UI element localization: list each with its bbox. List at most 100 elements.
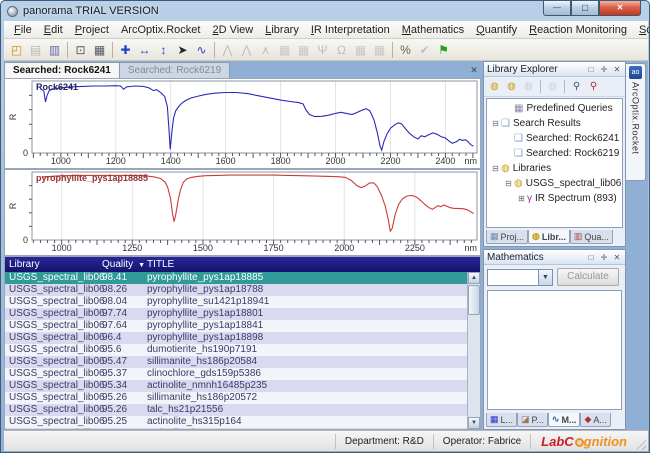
panel-tab-a[interactable]: ◆A... [580, 413, 610, 427]
save-all-icon[interactable]: ▥ [45, 41, 64, 59]
table-row[interactable]: USGS_spectral_lib0697.74pyrophyllite_pys… [5, 308, 467, 320]
tree-expander-icon[interactable]: ⊟ [491, 164, 500, 173]
close-button[interactable]: ✕ [599, 1, 641, 16]
column-header-library[interactable]: Library [9, 257, 102, 273]
close-panel-icon[interactable]: ✕ [612, 65, 622, 74]
maximize-button[interactable]: ▢ [571, 1, 599, 16]
status-department: Department: R&D [336, 436, 433, 447]
math-function-select[interactable]: ▼ [487, 269, 553, 286]
menu-arcoptix-rocket[interactable]: ArcOptix.Rocket [115, 23, 206, 37]
print-preview-icon[interactable]: ⊡ [71, 41, 90, 59]
menu-mathematics[interactable]: Mathematics [396, 23, 470, 37]
tree-expander-icon[interactable]: ⊞ [517, 194, 526, 203]
tab-searched-rock6241[interactable]: Searched: Rock6241 [4, 62, 120, 78]
pin-panel-icon[interactable]: ✛ [599, 65, 609, 74]
resize-grip[interactable] [633, 437, 646, 450]
table-row[interactable]: USGS_spectral_lib0695.26talc_hs21p21556 [5, 404, 467, 416]
pin-panel-icon[interactable]: ✛ [599, 253, 609, 262]
expand-horizontal-icon[interactable]: ↔ [135, 41, 154, 59]
menu-file[interactable]: File [8, 23, 38, 37]
table-row[interactable]: USGS_spectral_lib0695.37clinochlore_gds1… [5, 368, 467, 380]
tab-close-icon[interactable]: ✕ [467, 63, 481, 78]
expand-vertical-icon[interactable]: ↕ [154, 41, 173, 59]
select-cursor-icon[interactable]: ➤ [173, 41, 192, 59]
library-explorer-header[interactable]: Library Explorer □✛✕ [484, 62, 625, 77]
library-icon[interactable]: ◍ [487, 79, 502, 94]
scroll-down-icon[interactable]: ▼ [468, 417, 480, 429]
spectrum-chart-rock6241[interactable]: 10001200140016001800200022002400nm0RRock… [4, 78, 481, 169]
tree-expander-icon[interactable]: ⊟ [491, 119, 500, 128]
maximize-panel-icon[interactable]: □ [586, 65, 596, 74]
maximize-panel-icon[interactable]: □ [586, 253, 596, 262]
panel-tab-libr[interactable]: ◍Libr... [528, 230, 570, 244]
svg-text:1750: 1750 [264, 243, 284, 253]
combo-dropdown-icon[interactable]: ▼ [538, 270, 552, 285]
menu-quantify[interactable]: Quantify [470, 23, 523, 37]
reprocess-icon[interactable]: ∿ [192, 41, 211, 59]
print-icon[interactable]: ▦ [90, 41, 109, 59]
scrollbar-thumb[interactable] [468, 285, 480, 315]
tree-item-searched-rock6219[interactable]: ❏Searched: Rock6219 [487, 146, 622, 161]
close-panel-icon[interactable]: ✕ [612, 253, 622, 262]
status-bar: Department: R&D Operator: Fabrice LabC g… [4, 430, 648, 451]
search-library-icon[interactable]: ⚲ [569, 79, 584, 94]
svg-text:0: 0 [23, 235, 28, 245]
settings-icon[interactable]: % [396, 41, 415, 59]
panel-tab-proj[interactable]: ▦Proj... [486, 230, 528, 244]
menu-edit[interactable]: Edit [38, 23, 69, 37]
tree-node-icon: ❏ [501, 118, 510, 129]
tab-searched-rock6219[interactable]: Searched: Rock6219 [120, 62, 230, 78]
table-row[interactable]: USGS_spectral_lib0695.34actinolite_nmnh1… [5, 380, 467, 392]
calculate-button[interactable]: Calculate [557, 268, 619, 286]
tab-arcoptix-rocket[interactable]: ao ArcOptix.Rocket [626, 63, 646, 181]
menu-project[interactable]: Project [69, 23, 115, 37]
scroll-up-icon[interactable]: ▲ [468, 272, 480, 284]
table-row[interactable]: USGS_spectral_lib0696.4pyrophyllite_pys1… [5, 332, 467, 344]
menu-scripting[interactable]: Scripting [633, 23, 650, 37]
table-row[interactable]: USGS_spectral_lib0698.26pyrophyllite_pys… [5, 284, 467, 296]
open-file-icon[interactable]: ◰ [7, 41, 26, 59]
tree-item-predefined-queries[interactable]: ▦Predefined Queries [487, 101, 622, 116]
panel-tab-qua[interactable]: ▥Qua... [570, 230, 613, 244]
svg-text:2250: 2250 [405, 243, 425, 253]
tree-item-libraries[interactable]: ⊟◍Libraries [487, 161, 622, 176]
svg-text:1400: 1400 [161, 156, 181, 166]
panel-tab-p[interactable]: ◪P... [517, 413, 548, 427]
panel-tab-l[interactable]: ▦L... [486, 413, 517, 427]
panel-1-icon: ▦ [275, 41, 294, 59]
table-row[interactable]: USGS_spectral_lib0695.26sillimanite_hs18… [5, 392, 467, 404]
menu-2d-view[interactable]: 2D View [206, 23, 259, 37]
table-row[interactable]: USGS_spectral_lib0697.64pyrophyllite_pys… [5, 320, 467, 332]
flag-icon[interactable]: ⚑ [434, 41, 453, 59]
table-row[interactable]: USGS_spectral_lib0695.21actinolite_hs... [5, 428, 467, 429]
search-results-table: Library Quality▼ TITLE USGS_spectral_lib… [4, 256, 481, 430]
spectrum-chart-pyrophyllite[interactable]: 100012501500175020002250nm0Rpyrophyllite… [4, 169, 481, 256]
menu-reaction-monitoring[interactable]: Reaction Monitoring [523, 23, 633, 37]
table-row[interactable]: USGS_spectral_lib0695.25actinolite_hs315… [5, 416, 467, 428]
table-header: Library Quality▼ TITLE [5, 257, 480, 272]
table-row[interactable]: USGS_spectral_lib0698.41pyrophyllite_pys… [5, 272, 467, 284]
tree-item-usgs-spectral-lib06[interactable]: ⊟◍USGS_spectral_lib06 [487, 176, 622, 191]
panel-tab-icon: ▦ [490, 231, 499, 242]
mathematics-header[interactable]: Mathematics □✛✕ [484, 250, 625, 265]
tree-item-searched-rock6241[interactable]: ❏Searched: Rock6241 [487, 131, 622, 146]
tree-expander-icon[interactable]: ⊟ [504, 179, 513, 188]
panel-tab-icon: ◆ [584, 414, 591, 425]
save-icon: ▤ [26, 41, 45, 59]
table-row[interactable]: USGS_spectral_lib0698.04pyrophyllite_su1… [5, 296, 467, 308]
math-result-list[interactable] [487, 290, 622, 410]
minimize-button[interactable]: — [543, 1, 571, 16]
panel-tab-m[interactable]: ∿M... [548, 413, 581, 427]
tree-item-ir-spectrum-893-[interactable]: ⊞γIR Spectrum (893) [487, 191, 622, 206]
table-row[interactable]: USGS_spectral_lib0695.47sillimanite_hs18… [5, 356, 467, 368]
column-header-quality[interactable]: Quality▼ [102, 257, 147, 273]
add-library-icon[interactable]: ◍ [504, 79, 519, 94]
menu-ir-interpretation[interactable]: IR Interpretation [305, 23, 396, 37]
search-advanced-icon[interactable]: ⚲ [586, 79, 601, 94]
table-row[interactable]: USGS_spectral_lib0695.6dumotierite_hs190… [5, 344, 467, 356]
fit-view-icon[interactable]: ✚ [116, 41, 135, 59]
tree-item-search-results[interactable]: ⊟❏Search Results [487, 116, 622, 131]
table-scrollbar[interactable]: ▲ ▼ [467, 272, 480, 429]
column-header-title[interactable]: TITLE [147, 257, 480, 273]
menu-library[interactable]: Library [259, 23, 305, 37]
